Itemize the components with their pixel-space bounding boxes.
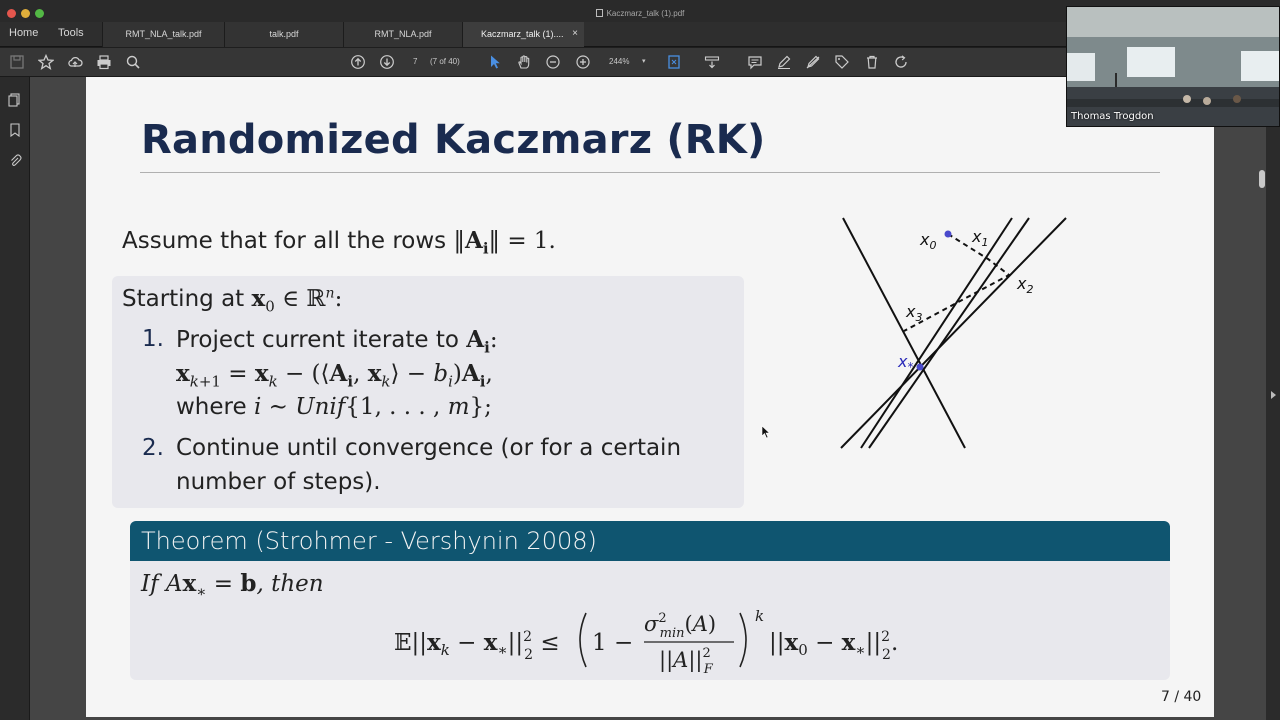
pdf-document-icon	[595, 9, 603, 17]
svg-text:||x0 − x∗||22.: ||x0 − x∗||2 2.	[769, 629, 898, 663]
hyperplane-line-3	[860, 217, 1013, 449]
fit-page-icon[interactable]	[665, 54, 683, 71]
theorem-body: If Ax∗ = b, then 𝔼||xk − x∗||2 2 ≤ 1 − σ2…	[130, 561, 1170, 680]
label-x0: x0	[919, 230, 936, 252]
step-2-number: 2.	[142, 435, 164, 461]
next-page-icon[interactable]	[378, 54, 396, 71]
tab-rmt-nla-talk[interactable]: RMT_NLA_talk.pdf	[102, 22, 224, 47]
assumption-line: Assume that for all the rows ‖Ai‖ = 1.	[122, 227, 556, 258]
upload-cloud-icon[interactable]	[66, 54, 84, 71]
zoom-dropdown-chevron-icon[interactable]: ▾	[642, 56, 646, 68]
step-2-line-1: Continue until convergence (or for a cer…	[176, 435, 682, 461]
highlight-pen-icon[interactable]	[775, 54, 793, 71]
tab-rmt-nla[interactable]: RMT_NLA.pdf	[343, 22, 462, 47]
label-x3: x3	[905, 302, 922, 324]
bookmarks-icon[interactable]	[8, 123, 22, 138]
zoom-search-icon[interactable]	[124, 54, 142, 71]
select-cursor-icon[interactable]	[486, 54, 504, 71]
svg-text:σ2min(A): σ2 min(A)	[644, 611, 716, 641]
xstar-point	[916, 363, 924, 371]
eraser-icon[interactable]	[804, 54, 822, 71]
svg-text:1 −: 1 −	[592, 630, 633, 656]
label-x2: x2	[1016, 274, 1033, 296]
right-pane-expand-icon[interactable]	[1271, 391, 1276, 399]
label-xstar: x*	[897, 352, 913, 374]
kaczmarz-diagram: x0 x1 x2 x3 x*	[840, 217, 1067, 449]
trash-icon[interactable]	[863, 54, 881, 71]
comment-icon[interactable]	[746, 54, 764, 71]
hyperplane-line-4	[868, 217, 1030, 449]
step-2-line-2: number of steps).	[176, 469, 381, 495]
step-1-number: 1.	[142, 326, 164, 352]
starting-math: x0 ∈ ℝn:	[251, 285, 343, 316]
vertical-scrollbar-thumb[interactable]	[1259, 170, 1265, 188]
starting-line: Starting at x0 ∈ ℝn:	[122, 285, 343, 316]
step-1-text: Project current iterate to Ai:	[176, 326, 498, 357]
tab-close-icon[interactable]: ×	[572, 22, 578, 46]
bookmark-star-icon[interactable]	[37, 53, 55, 71]
print-icon[interactable]	[95, 54, 113, 71]
theorem-header: Theorem (Strohmer - Vershynin 2008)	[130, 521, 1170, 561]
step-1-target: Ai:	[466, 326, 498, 357]
page-thumbnails-icon[interactable]	[8, 93, 22, 107]
convergence-inequality: 𝔼||xk − x∗||2 2 ≤ 1 − σ2 min(A) ||A||2 F k …	[394, 607, 898, 675]
participant-name: Thomas Trogdon	[1071, 111, 1154, 122]
tab-kaczmarz-talk[interactable]: Kaczmarz_talk (1).... ×	[462, 22, 584, 47]
svg-text:𝔼||xk − x∗||22 ≤: 𝔼||xk − x∗||2 2 ≤	[394, 629, 560, 663]
theorem-condition: If Ax∗ = b, then	[141, 570, 324, 601]
stamp-tag-icon[interactable]	[833, 54, 851, 71]
zoom-out-icon[interactable]	[544, 54, 562, 71]
right-sidebar	[1266, 77, 1280, 720]
page-count: (7 of 40)	[430, 57, 460, 66]
algorithm-block: Starting at x0 ∈ ℝn: 1. Project current …	[112, 276, 744, 508]
hyperplane-line-2	[840, 217, 1067, 449]
hyperplane-line-1	[842, 217, 966, 449]
tab-talk[interactable]: talk.pdf	[224, 22, 343, 47]
hand-pan-icon[interactable]	[515, 54, 533, 71]
nav-home[interactable]: Home	[9, 22, 38, 47]
norm-expression: ‖Ai‖	[453, 227, 508, 258]
slide-page-number: 7 / 40	[1161, 689, 1202, 705]
participant-video-tile[interactable]: Thomas Trogdon	[1066, 6, 1280, 127]
previous-page-icon[interactable]	[349, 54, 367, 71]
x0-point	[944, 230, 952, 238]
page-number-input[interactable]: 7	[413, 56, 417, 68]
svg-text:||A||2F: ||A||2 F	[659, 646, 714, 675]
where-line: where i ∼ Unif{1, . . . , m};	[176, 394, 492, 420]
svg-text:k: k	[755, 607, 764, 625]
lecture-room-video-frame	[1067, 7, 1279, 126]
save-icon[interactable]	[8, 54, 26, 71]
left-sidebar	[0, 77, 38, 720]
zoom-level-select[interactable]: 244%	[609, 56, 629, 68]
mouse-pointer-icon	[761, 425, 771, 439]
update-formula: xk+1 = xk − (⟨Ai, xk⟩ − bi)Ai,	[176, 360, 493, 391]
pdf-page: Randomized Kaczmarz (RK) Assume that for…	[86, 77, 1214, 717]
nav-tools[interactable]: Tools	[58, 22, 84, 47]
scroll-mode-icon[interactable]	[703, 54, 721, 71]
slide-title: Randomized Kaczmarz (RK)	[141, 117, 766, 163]
title-divider	[140, 172, 1160, 173]
rotate-icon[interactable]	[892, 54, 910, 71]
where-math: i ∼ Unif{1, . . . , m};	[253, 394, 492, 420]
label-x1: x1	[971, 227, 988, 249]
attachments-paperclip-icon[interactable]	[8, 153, 22, 167]
zoom-in-icon[interactable]	[574, 54, 592, 71]
